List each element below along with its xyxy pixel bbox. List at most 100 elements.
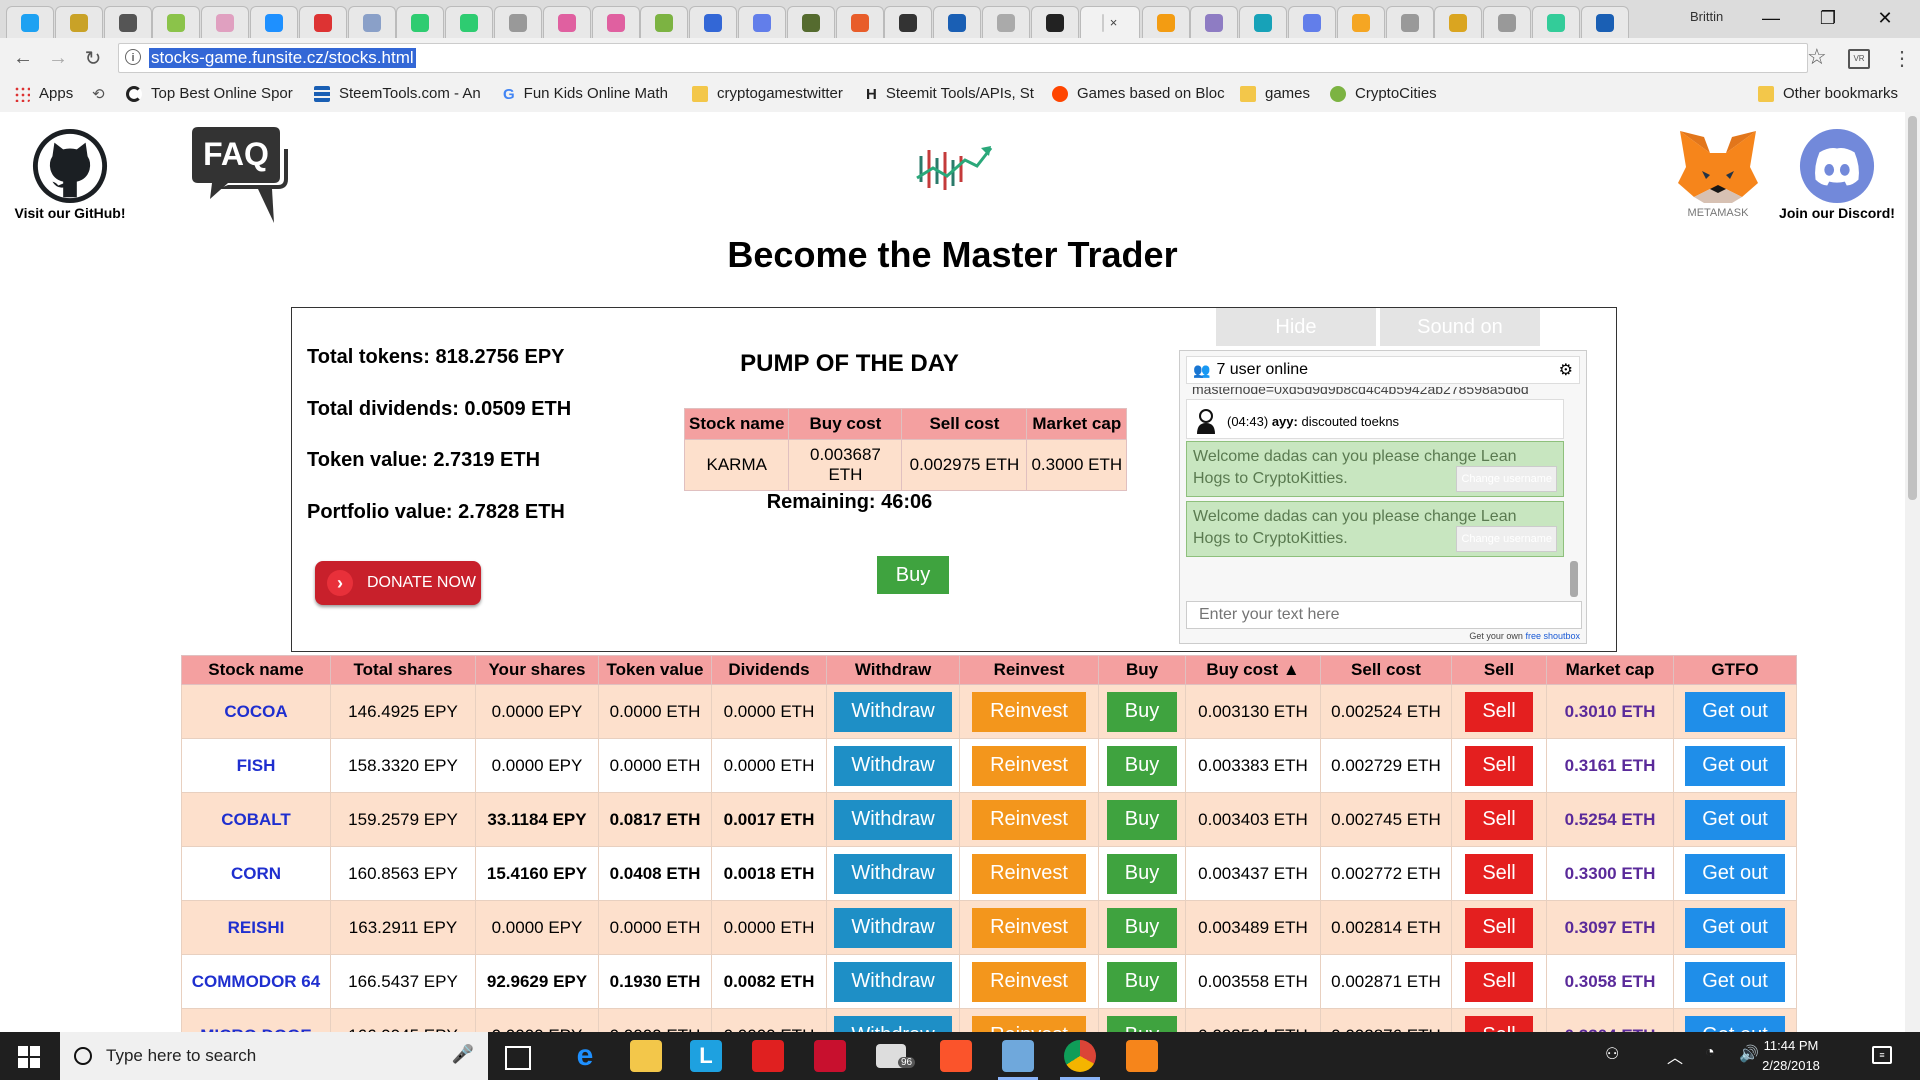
buy-button[interactable]: Buy [1107,745,1177,786]
people-icon[interactable]: ⚇ [1605,1044,1619,1064]
forward-button[interactable]: → [45,45,71,71]
browser-tab[interactable] [1434,6,1483,38]
browser-tab[interactable] [689,6,738,38]
browser-tab[interactable] [201,6,250,38]
shoutbox-scroll-thumb[interactable] [1570,561,1578,597]
browser-tab[interactable] [347,6,396,38]
microphone-icon[interactable]: 🎤 [452,1044,474,1065]
browser-tab[interactable] [982,6,1030,38]
back-button[interactable]: ← [10,45,36,71]
change-username-button[interactable]: Change username [1456,466,1557,492]
stocks-column-header[interactable]: Buy cost ▲ [1185,655,1321,685]
get-out-button[interactable]: Get out [1685,907,1785,948]
discord-label[interactable]: Join our Discord! [1772,205,1902,221]
get-out-button[interactable]: Get out [1685,799,1785,840]
taskbar-search[interactable]: Type here to search 🎤 [60,1032,488,1080]
get-out-button[interactable]: Get out [1685,1015,1785,1032]
bookmark-cryptocities[interactable]: CryptoCities [1330,85,1437,102]
stock-name[interactable]: REISHI [181,900,331,955]
browser-tab[interactable] [445,6,494,38]
bookmark-steemtools[interactable]: SteemTools.com - An [314,85,481,102]
reinvest-button[interactable]: Reinvest [972,961,1086,1002]
withdraw-button[interactable]: Withdraw [834,745,952,786]
address-bar[interactable]: i stocks-game.funsite.cz/stocks.html [118,43,1808,73]
browser-menu-icon[interactable]: ⋮ [1892,46,1912,71]
browser-tab[interactable] [298,6,347,38]
browser-tab[interactable] [1483,6,1532,38]
buy-button[interactable]: Buy [1107,691,1177,732]
browser-tab[interactable] [1239,6,1288,38]
bookmark-games-blockchain[interactable]: Games based on Bloc [1052,85,1225,102]
browser-tab[interactable] [933,6,982,38]
wifi-icon[interactable]: ◔ [1705,1044,1715,1062]
browser-tab[interactable] [884,6,933,38]
edge-icon[interactable]: e [569,1040,601,1072]
faq-link[interactable]: FAQ [185,127,295,230]
browser-tab[interactable] [1030,6,1079,38]
change-username-button[interactable]: Change username [1456,526,1557,552]
get-out-button[interactable]: Get out [1685,745,1785,786]
bookmark-history-icon[interactable]: ⟲ [92,85,105,103]
browser-tab[interactable] [494,6,542,38]
stock-name[interactable]: COBALT [181,792,331,847]
shout-user[interactable]: ayy: [1272,414,1298,429]
browser-tab[interactable] [1288,6,1336,38]
bookmark-cryptogamestwitter[interactable]: cryptogamestwitter [692,85,843,102]
browser-tab[interactable]: × [1079,6,1140,38]
profile-name[interactable]: Brittin [1690,9,1723,24]
sell-button[interactable]: Sell [1465,745,1533,786]
windows-start-icon[interactable] [18,1046,40,1068]
browser-tab[interactable] [542,6,591,38]
browser-tab[interactable] [835,6,884,38]
withdraw-button[interactable]: Withdraw [834,691,952,732]
browser-tab[interactable] [738,6,786,38]
bookmark-fun-kids[interactable]: G Fun Kids Online Math [503,85,668,103]
stock-name[interactable]: MICRO DOGE [181,1008,331,1032]
pump-buy-button[interactable]: Buy [877,556,949,594]
browser-tab[interactable] [640,6,689,38]
browser-tab[interactable] [6,6,54,38]
github-label[interactable]: Visit our GitHub! [10,205,130,221]
sell-button[interactable]: Sell [1465,691,1533,732]
buy-button[interactable]: Buy [1107,799,1177,840]
stock-name[interactable]: CORN [181,846,331,901]
shout-input[interactable] [1186,601,1582,629]
get-out-button[interactable]: Get out [1685,853,1785,894]
browser-tab[interactable] [103,6,152,38]
browser-tab[interactable] [54,6,103,38]
stock-name[interactable]: COMMODOR 64 [181,954,331,1009]
withdraw-button[interactable]: Withdraw [834,1015,952,1032]
lync-icon[interactable]: L [690,1040,722,1072]
photos-icon[interactable] [1002,1040,1034,1072]
hide-shoutbox-button[interactable]: Hide [1216,308,1376,346]
browser-tab[interactable] [396,6,445,38]
sell-button[interactable]: Sell [1465,853,1533,894]
minimize-button[interactable]: — [1748,4,1794,32]
browser-tab[interactable] [1580,6,1629,38]
gear-icon[interactable]: ⚙ [1559,360,1573,380]
bookmark-top-best[interactable]: Top Best Online Spor [126,85,293,102]
tray-chevron-icon[interactable]: ︿ [1667,1044,1683,1068]
bookmark-steemit-tools[interactable]: H Steemit Tools/APIs, St [866,85,1034,103]
bookmark-other[interactable]: Other bookmarks [1758,85,1898,102]
mcafee-icon[interactable] [814,1040,846,1072]
browser-tab[interactable] [786,6,835,38]
reinvest-button[interactable]: Reinvest [972,745,1086,786]
browser-tab[interactable] [250,6,298,38]
sound-toggle-button[interactable]: Sound on [1380,308,1540,346]
browser-tab[interactable] [591,6,640,38]
browser-tab[interactable] [1141,6,1190,38]
info-icon[interactable]: i [125,49,141,65]
file-explorer-icon[interactable] [630,1040,662,1072]
chrome-icon[interactable] [1064,1040,1096,1072]
browser-tab[interactable] [1385,6,1434,38]
github-link[interactable]: Visit our GitHub! [10,127,130,221]
reload-button[interactable]: ↻ [80,45,106,71]
withdraw-button[interactable]: Withdraw [834,961,952,1002]
reinvest-button[interactable]: Reinvest [972,907,1086,948]
brave-icon[interactable] [940,1040,972,1072]
metamask-taskbar-icon[interactable] [1126,1040,1158,1072]
buy-button[interactable]: Buy [1107,961,1177,1002]
url-text[interactable]: stocks-game.funsite.cz/stocks.html [149,48,416,68]
discord-link[interactable]: Join our Discord! [1772,127,1902,221]
